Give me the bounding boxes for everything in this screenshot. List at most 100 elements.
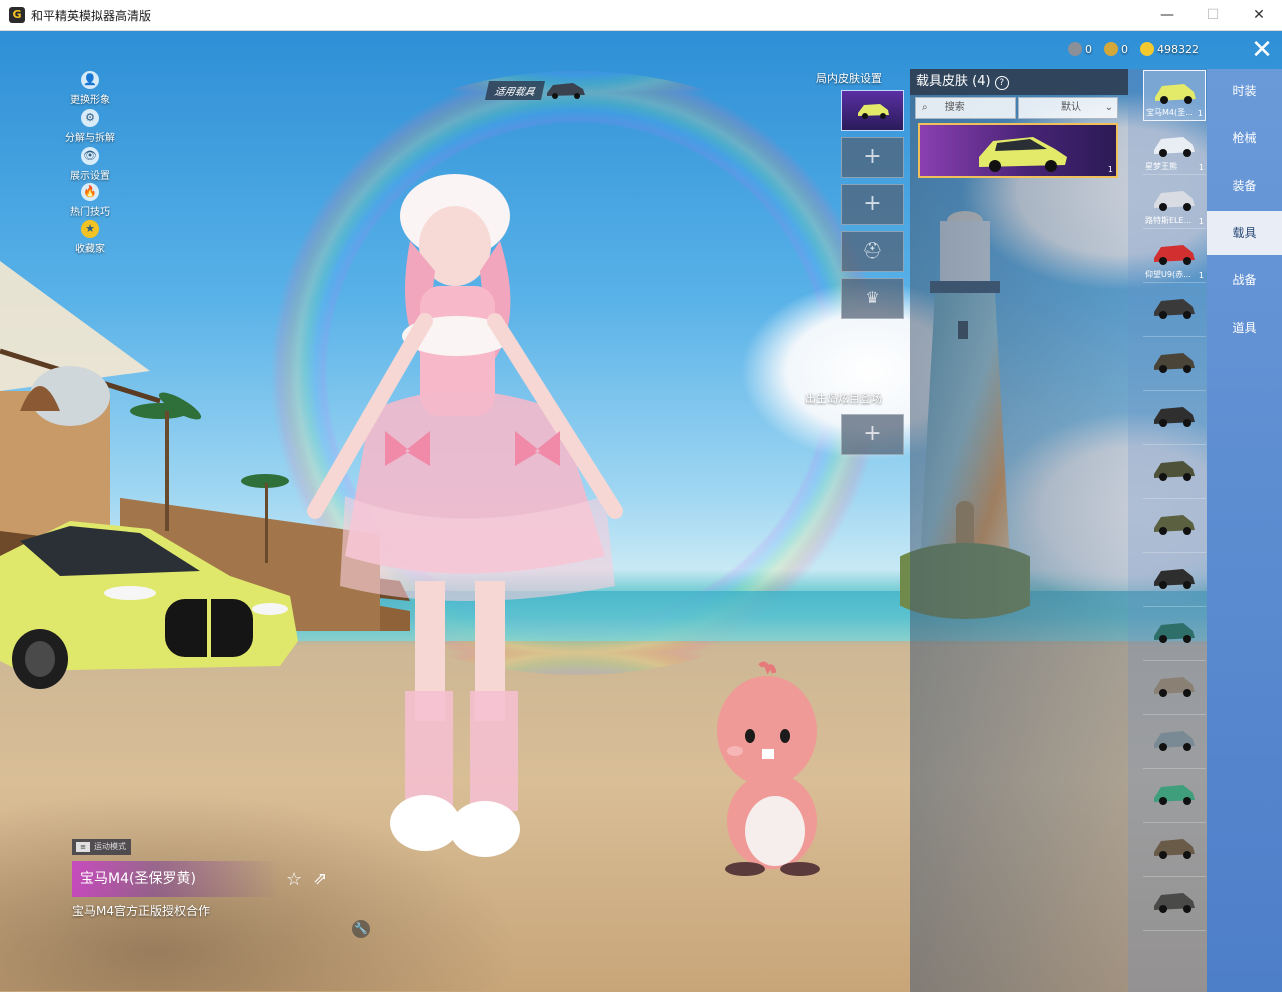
- wrench-icon[interactable]: 🔧: [352, 920, 370, 938]
- hot-tips-button[interactable]: 🔥 热门技巧: [60, 183, 120, 218]
- display-settings-label: 展示设置: [70, 171, 110, 182]
- vehicle-thumbnail[interactable]: 仰望U9(赤... 1: [1143, 232, 1206, 283]
- eye-icon: 👁: [81, 147, 99, 165]
- locked-slot-5[interactable]: ♛: [841, 278, 904, 319]
- silver-coin-icon: [1068, 42, 1082, 56]
- yellow-car-icon: [858, 104, 889, 119]
- currency-points: 498322: [1140, 41, 1199, 59]
- skin-slot-2[interactable]: +: [841, 137, 904, 178]
- help-icon[interactable]: ?: [994, 76, 1009, 90]
- vehicle-icon: [1154, 299, 1195, 319]
- pet-model: [717, 661, 820, 876]
- vehicle-thumbnail-count: 1: [1198, 163, 1204, 172]
- game-viewport: 👤 更换形象 ⚙ 分解与拆解 👁 展示设置 🔥 热门技巧 ★ 收藏家 适用载具 …: [0, 31, 1282, 992]
- minimize-button[interactable]: —: [1144, 0, 1190, 30]
- change-appearance-button[interactable]: 👤 更换形象: [60, 71, 120, 106]
- skin-slot-1[interactable]: [841, 90, 904, 131]
- hot-tips-label: 热门技巧: [70, 207, 110, 218]
- vehicle-thumbnail-count: 1: [1197, 109, 1203, 118]
- vehicle-icon: [1154, 461, 1195, 481]
- vehicle-icon: [1154, 515, 1195, 535]
- vehicle-thumbnail[interactable]: [1143, 664, 1206, 715]
- vehicle-thumbnail-label: 星梦王熊: [1145, 162, 1177, 171]
- tab-fashion[interactable]: 时装: [1207, 69, 1282, 113]
- applicable-vehicle-tag[interactable]: 适用载具: [484, 81, 546, 100]
- yellow-car-skin-image: [979, 137, 1067, 172]
- skin-search-input[interactable]: ⌕ 搜索: [915, 97, 1016, 119]
- vehicle-thumbnail[interactable]: [1143, 286, 1206, 337]
- vehicle-icon: [1154, 839, 1195, 859]
- vehicle-icon: [1154, 623, 1195, 643]
- collector-button[interactable]: ★ 收藏家: [60, 220, 120, 255]
- helmet-icon: ⛑: [862, 241, 883, 260]
- vehicle-thumbnail[interactable]: [1143, 718, 1206, 769]
- tab-battle-prep[interactable]: 战备: [1207, 258, 1282, 302]
- vehicle-thumbnail-count: 1: [1198, 217, 1204, 226]
- vehicle-icon: [1154, 569, 1195, 589]
- vehicle-icon: [1154, 407, 1195, 427]
- gold-coin-icon: [1104, 42, 1118, 56]
- vehicle-thumbnail[interactable]: [1143, 610, 1206, 661]
- points-coin-value: 498322: [1157, 43, 1199, 56]
- sort-dropdown[interactable]: 默认 ⌄: [1018, 97, 1118, 119]
- vehicle-thumbnail-label: 宝马M4(圣...: [1146, 108, 1193, 117]
- car-name-title: 宝马M4(圣保罗黄): [72, 861, 280, 897]
- skin-slot-3[interactable]: +: [841, 184, 904, 225]
- vehicle-skin-title: 载具皮肤 (4): [916, 74, 991, 89]
- vehicle-thumbnail[interactable]: [1143, 826, 1206, 877]
- tab-weapons[interactable]: 枪械: [1207, 116, 1282, 160]
- vehicle-thumbnail[interactable]: 宝马M4(圣... 1: [1143, 70, 1206, 121]
- sort-label: 默认: [1061, 102, 1081, 113]
- split-icon: ⚙: [81, 109, 99, 127]
- vehicle-thumbnail-count: 1: [1198, 271, 1204, 280]
- locked-slot-4[interactable]: ⛑: [841, 231, 904, 272]
- featured-car-model: [0, 521, 298, 689]
- vehicle-thumbnail[interactable]: [1143, 772, 1206, 823]
- tab-props[interactable]: 道具: [1207, 306, 1282, 350]
- vehicle-thumbnail[interactable]: [1143, 394, 1206, 445]
- vehicle-thumbnail[interactable]: [1143, 880, 1206, 931]
- vehicle-skin-header: 载具皮肤 (4) ?: [910, 69, 1128, 95]
- vehicle-thumbnail[interactable]: 星梦王熊 1: [1143, 124, 1206, 175]
- vehicle-icon: [1154, 245, 1195, 265]
- close-window-button[interactable]: ✕: [1236, 0, 1282, 30]
- mode-icon: ≡: [76, 842, 90, 852]
- change-appearance-label: 更换形象: [70, 95, 110, 106]
- vehicle-thumbnail[interactable]: [1143, 340, 1206, 391]
- vehicle-icon: [1154, 353, 1195, 373]
- close-icon[interactable]: ✕: [1247, 36, 1277, 64]
- crown-icon: ♛: [865, 288, 880, 307]
- skin-card-bmw-m4[interactable]: 1: [918, 123, 1118, 178]
- display-settings-button[interactable]: 👁 展示设置: [60, 147, 120, 182]
- search-icon: ⌕: [922, 102, 928, 113]
- vehicle-icon: [1155, 84, 1196, 104]
- spawn-entrance-slot[interactable]: +: [841, 414, 904, 455]
- person-icon: 👤: [81, 71, 99, 89]
- flame-icon: 🔥: [81, 183, 99, 201]
- vehicle-thumbnail[interactable]: [1143, 502, 1206, 553]
- vehicle-icon: [1154, 137, 1195, 157]
- sport-mode-badge: ≡ 运动模式: [72, 839, 131, 855]
- window-titlebar: G 和平精英模拟器高清版 — ☐ ✕: [0, 0, 1282, 31]
- share-icon[interactable]: ⇗: [313, 869, 327, 889]
- vehicle-icon: [1154, 893, 1195, 913]
- maximize-button[interactable]: ☐: [1190, 0, 1236, 30]
- tab-equipment[interactable]: 装备: [1207, 164, 1282, 208]
- points-coin-icon: [1140, 42, 1154, 56]
- vehicle-thumbnail[interactable]: [1143, 556, 1206, 607]
- currency-silver: 0: [1068, 41, 1092, 59]
- split-button[interactable]: ⚙ 分解与拆解: [60, 109, 120, 144]
- vehicle-icon: [1154, 731, 1195, 751]
- app-logo-icon: G: [9, 7, 25, 23]
- collector-label: 收藏家: [75, 244, 105, 255]
- tab-vehicles[interactable]: 载具: [1207, 211, 1282, 255]
- vehicle-icon: [1154, 677, 1195, 697]
- sport-mode-label: 运动模式: [94, 842, 126, 851]
- split-label: 分解与拆解: [65, 133, 115, 144]
- spawn-island-entrance-title: 出生岛炫目登场: [805, 392, 882, 405]
- skin-card-count: 1: [1107, 165, 1113, 174]
- vehicle-thumbnail[interactable]: [1143, 448, 1206, 499]
- vehicle-thumbnail[interactable]: 路特斯ELE... 1: [1143, 178, 1206, 229]
- favorite-star-icon[interactable]: ☆: [286, 869, 302, 890]
- character-model: [307, 174, 623, 857]
